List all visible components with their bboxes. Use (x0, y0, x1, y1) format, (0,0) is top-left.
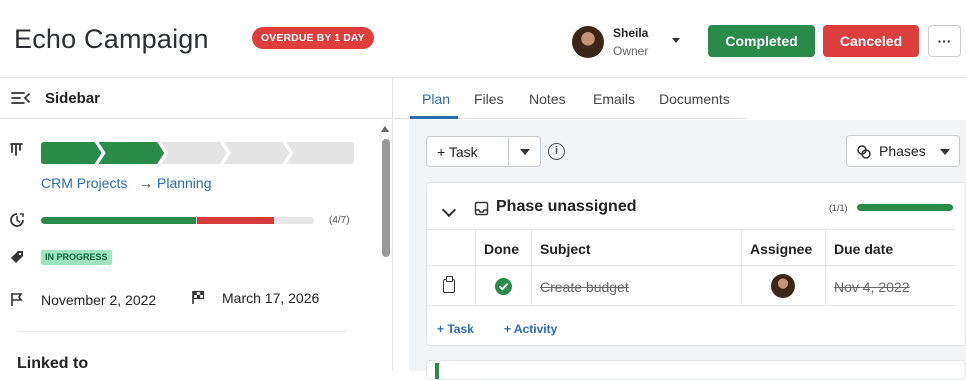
finish-flag-icon (192, 290, 205, 304)
progress-done-segment (41, 217, 196, 224)
phase-count: (1/1) (829, 203, 848, 213)
overdue-badge: OVERDUE BY 1 DAY (252, 27, 374, 49)
owner-avatar (572, 26, 604, 58)
task-progress-bar (41, 217, 314, 224)
sidebar: Sidebar CRM Projects → Planning (4/7) IN… (0, 78, 393, 371)
phases-button[interactable]: Phases (846, 135, 960, 167)
sidebar-scrollbar[interactable] (377, 120, 392, 371)
next-phase-card (426, 360, 966, 380)
table-row-icon-cell (427, 266, 475, 306)
column-header-subject[interactable]: Subject (531, 229, 741, 266)
table-row-done-cell[interactable] (475, 266, 531, 306)
assignee-avatar (771, 274, 795, 298)
scrollbar-thumb[interactable] (382, 139, 390, 257)
table-row-subject[interactable]: Create budget (531, 266, 741, 306)
tab-plan[interactable]: Plan (422, 91, 450, 107)
progress-late-segment (196, 217, 274, 224)
column-header-icon (427, 229, 475, 266)
pipeline-stage[interactable] (223, 142, 290, 164)
tab-notes[interactable]: Notes (529, 91, 566, 107)
timer-icon (10, 213, 24, 227)
tag-icon (11, 251, 23, 263)
main-panel: Plan Files Notes Emails Documents + Task… (394, 78, 966, 380)
add-task-button[interactable]: + Task (426, 136, 508, 167)
table-row-assignee[interactable] (741, 266, 825, 306)
tab-emails[interactable]: Emails (593, 91, 635, 107)
pipeline-stage[interactable] (98, 142, 165, 164)
info-icon[interactable]: i (548, 143, 565, 160)
page-title: Echo Campaign (14, 24, 209, 54)
column-header-assignee[interactable]: Assignee (741, 229, 825, 266)
task-table: Done Subject Assignee Due date Create bu… (427, 229, 966, 309)
owner-role: Owner (613, 44, 649, 58)
tab-files[interactable]: Files (474, 91, 504, 107)
end-date: March 17, 2026 (222, 290, 320, 306)
flag-icon (11, 293, 23, 306)
pipeline-icon (10, 143, 23, 156)
stage-link[interactable]: Planning (157, 175, 212, 191)
arrow-right-icon: → (139, 175, 153, 191)
phases-icon (857, 145, 871, 159)
start-date: November 2, 2022 (41, 292, 157, 308)
tab-bar: Plan Files Notes Emails Documents (394, 78, 746, 119)
chevron-down-icon[interactable] (672, 38, 680, 43)
tab-documents[interactable]: Documents (659, 91, 730, 107)
sidebar-header: Sidebar (0, 78, 392, 119)
column-header-due-date[interactable]: Due date (825, 229, 955, 266)
pipeline-stage[interactable] (161, 142, 227, 164)
menu-collapse-icon[interactable] (11, 90, 31, 106)
task-progress-count: (4/7) (329, 215, 350, 226)
owner-name: Sheila (613, 26, 649, 40)
phase-card: Phase unassigned (1/1) Done Subject Assi… (426, 182, 966, 346)
more-actions-button[interactable]: ··· (928, 25, 961, 57)
sidebar-title: Sidebar (45, 90, 101, 107)
phases-label: Phases (879, 143, 926, 159)
active-tab-indicator (410, 116, 458, 119)
top-bar: Echo Campaign OVERDUE BY 1 DAY Sheila Ow… (0, 0, 966, 78)
caret-down-icon (940, 149, 950, 155)
phase-title: Phase unassigned (496, 198, 637, 215)
owner-selector[interactable]: Sheila Owner (572, 24, 687, 60)
scroll-up-icon[interactable] (381, 126, 389, 132)
pipeline-stage[interactable] (41, 142, 102, 164)
add-task-dropdown-button[interactable] (508, 136, 541, 167)
linked-to-heading: Linked to (17, 355, 89, 371)
table-row-due-date: Nov 4, 2022 (825, 266, 955, 306)
crm-projects-link[interactable]: CRM Projects (41, 175, 127, 191)
add-activity-link[interactable]: + Activity (504, 322, 557, 336)
chevron-down-icon[interactable] (441, 202, 457, 218)
column-header-done[interactable]: Done (475, 229, 531, 266)
inbox-icon (474, 201, 489, 216)
check-circle-icon[interactable] (495, 278, 512, 295)
caret-down-icon (520, 149, 530, 155)
canceled-button[interactable]: Canceled (823, 25, 919, 57)
status-badge: IN PROGRESS (41, 250, 112, 265)
completed-button[interactable]: Completed (708, 25, 815, 57)
pipeline-progress[interactable] (41, 142, 354, 164)
phase-progress-bar (857, 204, 953, 211)
divider (17, 331, 346, 332)
plan-content: + Task i Phases Phase unassigned (1/1) D… (409, 120, 966, 380)
add-task-link[interactable]: + Task (437, 322, 474, 336)
pipeline-stage[interactable] (286, 142, 354, 164)
clipboard-icon (443, 276, 455, 293)
